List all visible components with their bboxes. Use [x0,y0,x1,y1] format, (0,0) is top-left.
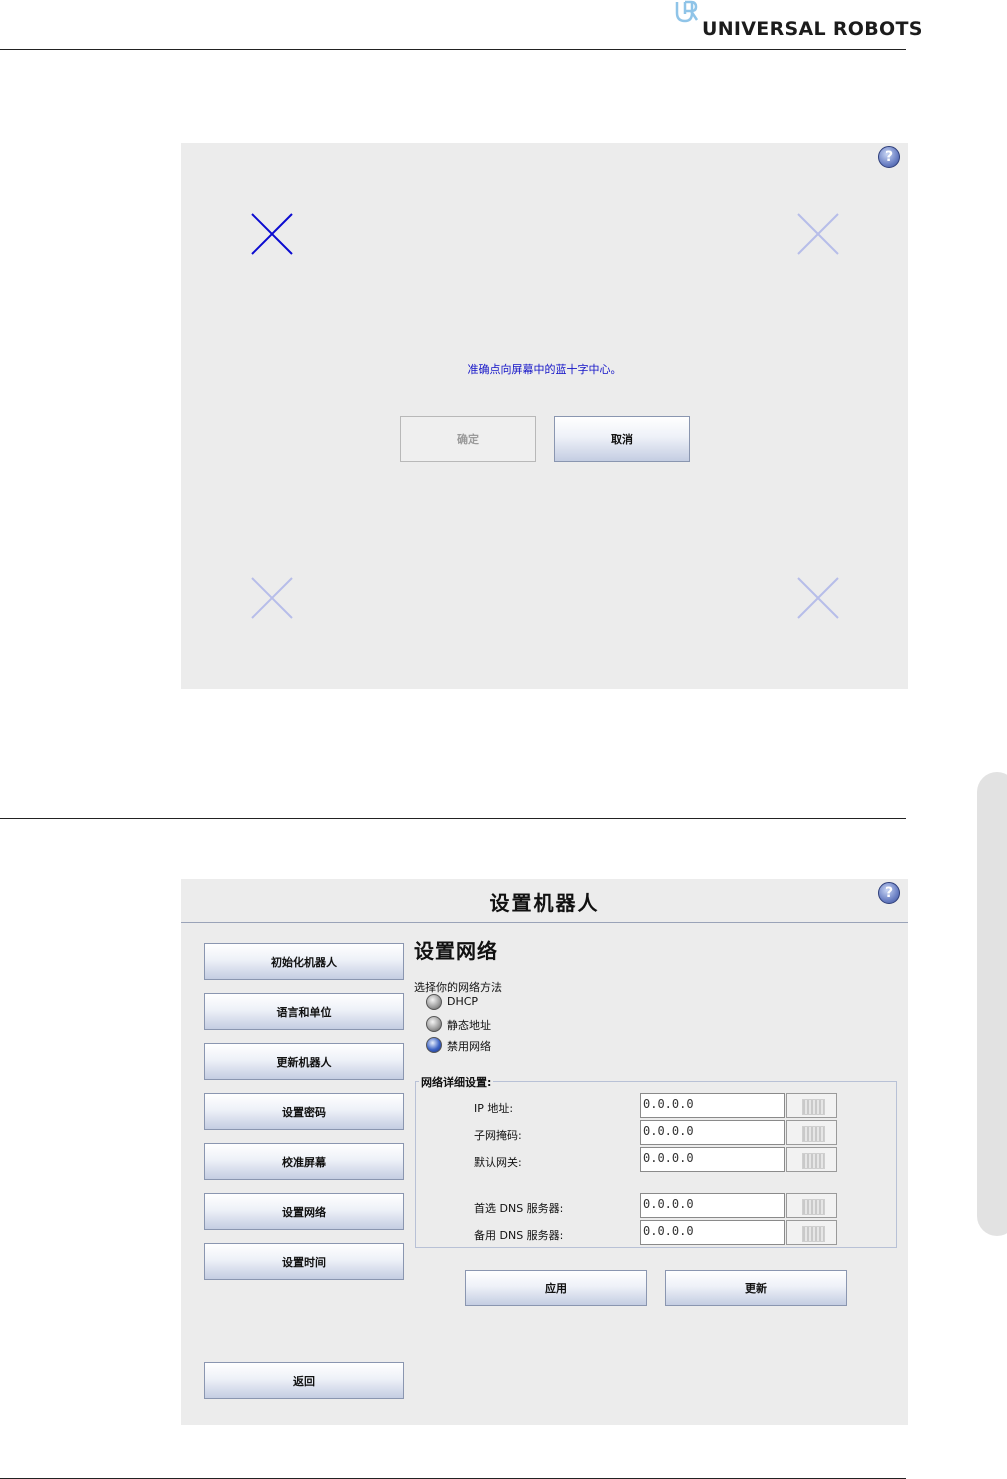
apply-button[interactable]: 应用 [465,1270,647,1306]
help-icon[interactable]: ? [878,146,900,168]
nav-language-units-button[interactable]: 语言和单位 [204,993,404,1030]
radio-dhcp-label: DHCP [447,995,479,1008]
ok-button[interactable]: 确定 [400,416,536,462]
radio-on-icon [426,1037,442,1053]
update-button[interactable]: 更新 [665,1270,847,1306]
ur-logo-icon [675,0,699,23]
title-divider [181,922,908,923]
radio-static-address[interactable] [426,1016,442,1032]
default-gateway-keypad-button[interactable] [786,1147,837,1172]
section-rule [0,818,906,819]
calibration-cross-bottom-left-icon [251,577,293,619]
subnet-mask-label: 子网掩码: [474,1129,522,1142]
default-gateway-input[interactable]: 0.0.0.0 [640,1147,785,1172]
calibration-cross-top-left-icon[interactable] [251,213,293,255]
preferred-dns-label: 首选 DNS 服务器: [474,1202,564,1215]
side-tab [977,772,1007,1236]
keypad-icon [802,1153,825,1169]
cancel-button[interactable]: 取消 [554,416,690,462]
calibration-cross-bottom-right-icon [797,577,839,619]
nav-calibrate-screen-button[interactable]: 校准屏幕 [204,1143,404,1180]
alternate-dns-keypad-button[interactable] [786,1220,837,1245]
keypad-icon [802,1226,825,1242]
universal-robots-logo: UNIVERSAL ROBOTS [674,0,922,44]
back-button[interactable]: 返回 [204,1362,404,1399]
nav-set-password-button[interactable]: 设置密码 [204,1093,404,1130]
subnet-mask-input[interactable]: 0.0.0.0 [640,1120,785,1145]
preferred-dns-input[interactable]: 0.0.0.0 [640,1193,785,1218]
nav-set-time-button[interactable]: 设置时间 [204,1243,404,1280]
radio-off-icon [426,1016,442,1032]
page-title: 设置机器人 [489,891,600,915]
keypad-icon [802,1126,825,1142]
calibration-cross-top-right-icon [797,213,839,255]
ip-address-input[interactable]: 0.0.0.0 [640,1093,785,1118]
nav-initialize-robot-button[interactable]: 初始化机器人 [204,943,404,980]
radio-dhcp[interactable] [426,994,442,1010]
keypad-icon [802,1199,825,1215]
alternate-dns-label: 备用 DNS 服务器: [474,1229,564,1242]
default-gateway-label: 默认网关: [474,1156,522,1169]
preferred-dns-keypad-button[interactable] [786,1193,837,1218]
network-details-legend: 网络详细设置: [419,1074,494,1090]
radio-off-icon [426,994,442,1010]
subnet-mask-keypad-button[interactable] [786,1120,837,1145]
radio-disable-network[interactable] [426,1037,442,1053]
ip-address-label: IP 地址: [474,1102,514,1115]
calibration-screen: ? 准确点向屏幕中的蓝十字中心。 确定 取消 [181,143,908,689]
keypad-icon [802,1099,825,1115]
help-icon[interactable]: ? [878,882,900,904]
radio-static-address-label: 静态地址 [447,1019,491,1032]
nav-update-robot-button[interactable]: 更新机器人 [204,1043,404,1080]
calibration-instruction: 准确点向屏幕中的蓝十字中心。 [467,363,622,376]
alternate-dns-input[interactable]: 0.0.0.0 [640,1220,785,1245]
section-title: 设置网络 [414,939,498,963]
ip-address-keypad-button[interactable] [786,1093,837,1118]
radio-disable-network-label: 禁用网络 [447,1040,491,1053]
network-method-label: 选择你的网络方法 [414,981,502,994]
nav-setup-network-button[interactable]: 设置网络 [204,1193,404,1230]
header-rule [0,49,906,50]
logo-text: UNIVERSAL ROBOTS [702,18,923,40]
setup-robot-screen: 设置机器人 ? 初始化机器人 语言和单位 更新机器人 设置密码 校准屏幕 设置网… [181,879,908,1425]
